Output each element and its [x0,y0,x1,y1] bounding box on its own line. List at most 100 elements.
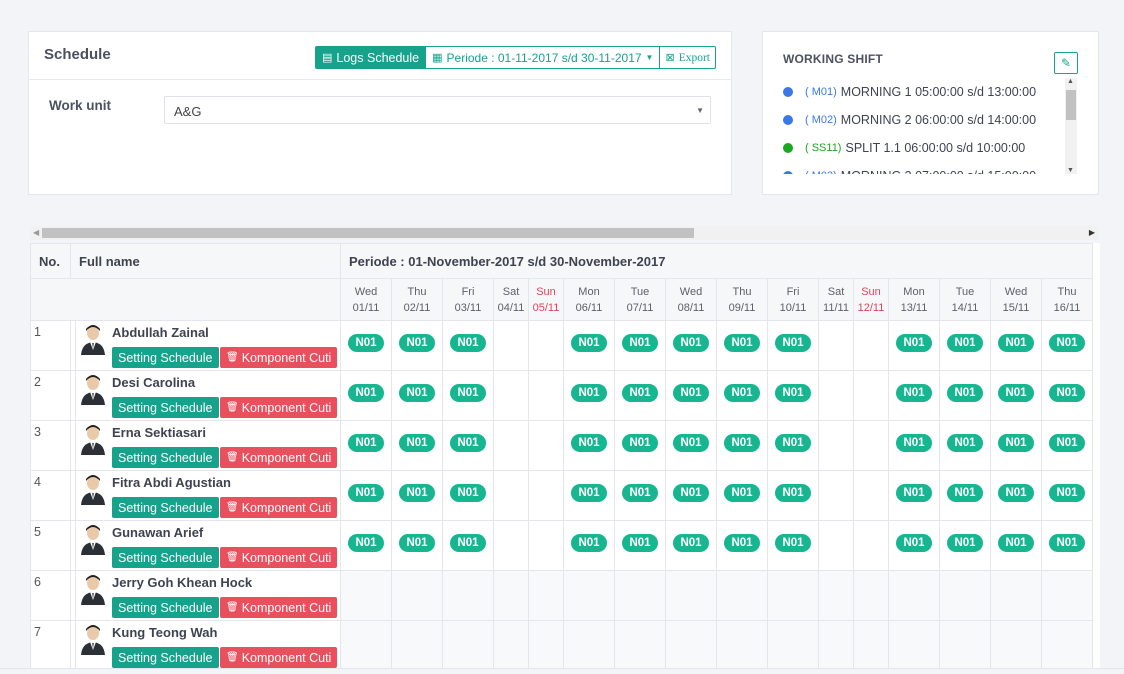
shift-badge[interactable]: N01 [775,534,811,552]
schedule-day-cell[interactable]: N01 [665,420,717,471]
shift-badge[interactable]: N01 [896,484,932,502]
schedule-day-cell[interactable]: N01 [665,470,717,521]
setting-schedule-button[interactable]: Setting Schedule [112,397,219,418]
schedule-day-cell[interactable] [818,620,854,669]
shift-item[interactable]: ( M03) MORNING 3 07:00:00 s/d 15:00:00 [783,162,1051,174]
schedule-day-cell[interactable]: N01 [888,320,940,371]
schedule-day-cell[interactable]: N01 [767,320,819,371]
schedule-day-cell[interactable] [563,620,615,669]
schedule-day-cell[interactable] [493,420,529,471]
schedule-day-cell[interactable] [888,620,940,669]
schedule-day-cell[interactable] [767,620,819,669]
schedule-day-cell[interactable] [767,570,819,621]
shift-item[interactable]: ( M01) MORNING 1 05:00:00 s/d 13:00:00 [783,78,1051,106]
shift-badge[interactable]: N01 [724,384,760,402]
schedule-day-cell[interactable]: N01 [888,470,940,521]
schedule-day-cell[interactable] [391,570,443,621]
shift-badge[interactable]: N01 [399,484,435,502]
shift-badge[interactable]: N01 [1049,334,1085,352]
schedule-day-cell[interactable]: N01 [939,420,991,471]
schedule-day-cell[interactable] [939,620,991,669]
shift-badge[interactable]: N01 [896,534,932,552]
schedule-day-cell[interactable]: N01 [442,520,494,571]
schedule-day-cell[interactable]: N01 [340,320,392,371]
setting-schedule-button[interactable]: Setting Schedule [112,497,219,518]
schedule-day-cell[interactable] [391,620,443,669]
komponent-cuti-button[interactable]: 🗑 Komponent Cuti [220,647,338,668]
shift-badge[interactable]: N01 [399,334,435,352]
schedule-day-cell[interactable]: N01 [442,320,494,371]
shift-badge[interactable]: N01 [1049,434,1085,452]
shift-list-scrollbar[interactable]: ▲ ▼ [1065,78,1077,174]
schedule-day-cell[interactable] [442,620,494,669]
schedule-day-cell[interactable]: N01 [563,370,615,421]
shift-badge[interactable]: N01 [947,384,983,402]
schedule-day-cell[interactable]: N01 [716,420,768,471]
schedule-day-cell[interactable]: N01 [990,420,1042,471]
shift-badge[interactable]: N01 [622,384,658,402]
shift-badge[interactable]: N01 [947,434,983,452]
schedule-day-cell[interactable] [818,370,854,421]
shift-badge[interactable]: N01 [998,334,1034,352]
schedule-day-cell[interactable] [493,370,529,421]
schedule-day-cell[interactable] [853,470,889,521]
schedule-day-cell[interactable] [716,620,768,669]
shift-badge[interactable]: N01 [450,484,486,502]
schedule-day-cell[interactable] [528,620,564,669]
edit-shift-button[interactable]: ✎ [1054,52,1078,74]
schedule-day-cell[interactable] [528,520,564,571]
schedule-day-cell[interactable]: N01 [716,370,768,421]
schedule-day-cell[interactable]: N01 [340,420,392,471]
horizontal-scrollbar-thumb[interactable] [42,228,694,238]
schedule-day-cell[interactable]: N01 [888,420,940,471]
schedule-day-cell[interactable] [716,570,768,621]
schedule-day-cell[interactable]: N01 [716,470,768,521]
schedule-day-cell[interactable]: N01 [990,520,1042,571]
schedule-day-cell[interactable] [340,570,392,621]
shift-badge[interactable]: N01 [450,384,486,402]
schedule-day-cell[interactable]: N01 [990,320,1042,371]
logs-schedule-button[interactable]: ▤ Logs Schedule [315,46,427,69]
schedule-day-cell[interactable] [853,570,889,621]
schedule-day-cell[interactable] [1041,620,1093,669]
setting-schedule-button[interactable]: Setting Schedule [112,347,219,368]
shift-badge[interactable]: N01 [673,434,709,452]
shift-badge[interactable]: N01 [947,534,983,552]
shift-badge[interactable]: N01 [571,484,607,502]
schedule-day-cell[interactable] [493,470,529,521]
schedule-day-cell[interactable] [528,570,564,621]
schedule-day-cell[interactable]: N01 [767,520,819,571]
schedule-day-cell[interactable] [493,320,529,371]
schedule-day-cell[interactable] [563,570,615,621]
shift-badge[interactable]: N01 [896,334,932,352]
scroll-left-icon[interactable]: ◀ [33,228,39,237]
setting-schedule-button[interactable]: Setting Schedule [112,447,219,468]
schedule-day-cell[interactable]: N01 [939,470,991,521]
shift-badge[interactable]: N01 [673,484,709,502]
shift-badge[interactable]: N01 [998,434,1034,452]
shift-badge[interactable]: N01 [450,434,486,452]
schedule-day-cell[interactable] [493,620,529,669]
shift-badge[interactable]: N01 [724,534,760,552]
shift-badge[interactable]: N01 [622,334,658,352]
schedule-day-cell[interactable] [493,570,529,621]
schedule-day-cell[interactable] [818,520,854,571]
komponent-cuti-button[interactable]: 🗑 Komponent Cuti [220,497,338,518]
shift-badge[interactable]: N01 [896,384,932,402]
schedule-day-cell[interactable]: N01 [563,520,615,571]
schedule-day-cell[interactable] [665,620,717,669]
shift-badge[interactable]: N01 [622,434,658,452]
shift-badge[interactable]: N01 [622,484,658,502]
schedule-day-cell[interactable]: N01 [614,370,666,421]
schedule-day-cell[interactable]: N01 [340,370,392,421]
schedule-day-cell[interactable] [614,570,666,621]
schedule-day-cell[interactable]: N01 [340,470,392,521]
schedule-day-cell[interactable]: N01 [442,370,494,421]
shift-badge[interactable]: N01 [724,334,760,352]
shift-badge[interactable]: N01 [673,384,709,402]
schedule-day-cell[interactable]: N01 [563,420,615,471]
schedule-day-cell[interactable] [340,620,392,669]
schedule-day-cell[interactable] [493,520,529,571]
schedule-day-cell[interactable] [853,520,889,571]
schedule-day-cell[interactable]: N01 [391,470,443,521]
